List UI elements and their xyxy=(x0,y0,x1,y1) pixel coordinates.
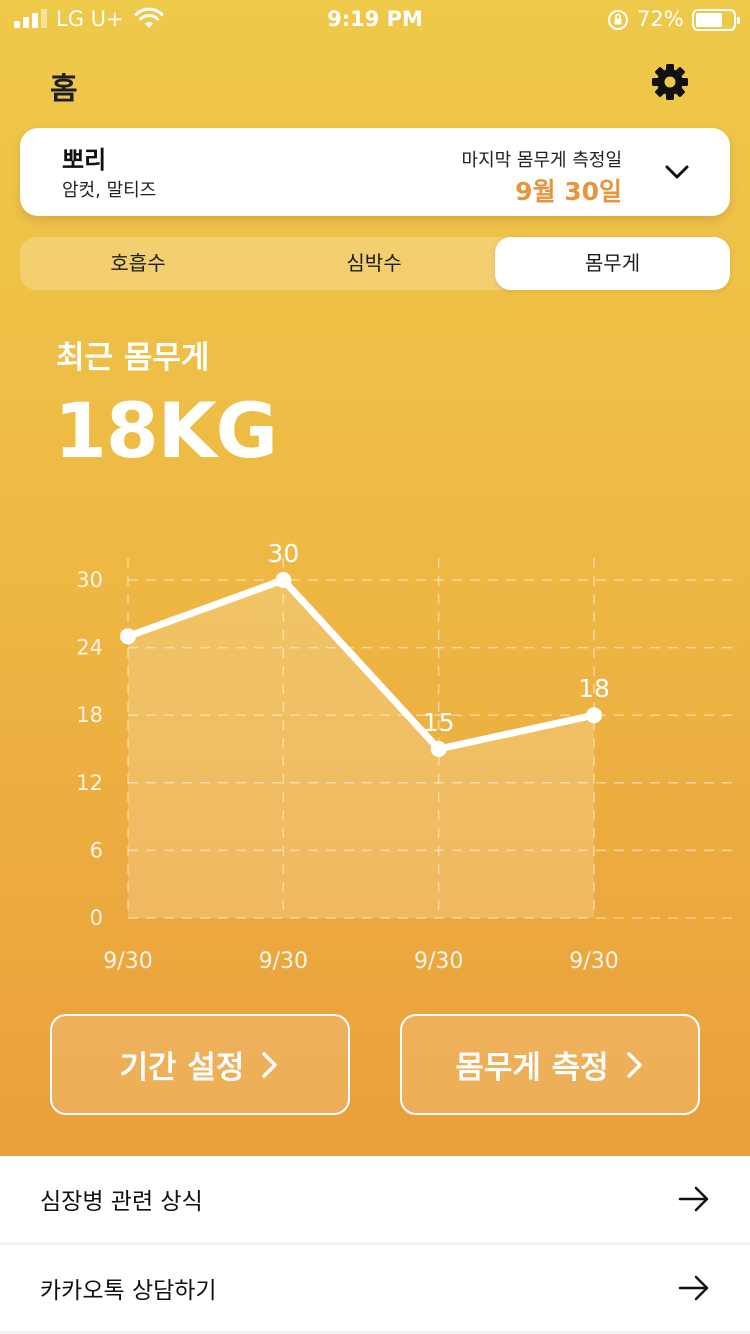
chevron-right-icon xyxy=(262,1051,278,1078)
data-label: 30 xyxy=(267,540,299,568)
arrow-right-icon xyxy=(678,1186,709,1212)
measure-weight-label: 몸무게 측정 xyxy=(455,1050,609,1086)
y-tick-label: 30 xyxy=(76,568,103,592)
status-bar: LG U+ 9:19 PM 72% xyxy=(0,0,750,40)
period-setting-label: 기간 설정 xyxy=(119,1050,245,1086)
gear-icon[interactable] xyxy=(650,62,690,102)
recent-weight-label: 최근 몸무게 xyxy=(56,340,210,376)
x-tick-label: 9/30 xyxy=(103,949,152,974)
menu-item-label: 심장병 관련 상식 xyxy=(40,1189,203,1215)
battery-percent: 72% xyxy=(637,7,684,31)
pet-selector-card[interactable]: 뽀리 암컷, 말티즈 마지막 몸무게 측정일 9월 30일 xyxy=(20,128,730,216)
menu-item-label: 카카오톡 상담하기 xyxy=(40,1278,217,1304)
weight-chart: 30241812609/30309/30159/30189/30 xyxy=(76,540,740,974)
x-tick-label: 9/30 xyxy=(414,949,463,974)
x-tick-label: 9/30 xyxy=(259,949,308,974)
page-title: 홈 xyxy=(50,72,78,107)
measurement-tabs: 호흡수 심박수 몸무게 xyxy=(20,237,730,290)
data-label: 15 xyxy=(423,708,455,737)
data-point xyxy=(120,628,136,645)
chevron-down-icon[interactable] xyxy=(664,159,690,185)
chevron-right-icon xyxy=(626,1051,642,1078)
tab-heart-rate[interactable]: 심박수 xyxy=(256,237,492,290)
menu-item-kakaotalk-consult[interactable]: 카카오톡 상담하기 xyxy=(0,1245,750,1331)
recent-weight-value: 18KG xyxy=(54,386,278,475)
data-point xyxy=(275,572,292,588)
y-tick-label: 0 xyxy=(90,906,103,930)
y-tick-label: 18 xyxy=(76,703,103,727)
battery-icon xyxy=(692,9,740,31)
last-weight-label: 마지막 몸무게 측정일 xyxy=(461,150,622,171)
pet-breed: 암컷, 말티즈 xyxy=(62,180,157,201)
period-setting-button[interactable]: 기간 설정 xyxy=(50,1014,350,1115)
arrow-right-icon xyxy=(678,1275,709,1301)
measure-weight-button[interactable]: 몸무게 측정 xyxy=(400,1014,700,1115)
data-label: 18 xyxy=(578,674,610,703)
data-point xyxy=(430,741,447,757)
y-tick-label: 6 xyxy=(90,838,103,862)
data-point xyxy=(586,707,602,724)
y-tick-label: 12 xyxy=(76,771,103,795)
pet-name: 뽀리 xyxy=(62,146,107,174)
x-tick-label: 9/30 xyxy=(569,949,618,974)
tab-weight[interactable]: 몸무게 xyxy=(495,237,730,290)
battery-fill xyxy=(696,13,722,27)
tab-respiration[interactable]: 호흡수 xyxy=(20,237,256,290)
y-tick-label: 24 xyxy=(76,636,103,660)
last-weight-date: 9월 30일 xyxy=(515,177,622,206)
menu-item-heart-disease-info[interactable]: 심장병 관련 상식 xyxy=(0,1156,750,1242)
rotation-lock-icon xyxy=(608,10,628,30)
area-fill xyxy=(128,580,594,918)
